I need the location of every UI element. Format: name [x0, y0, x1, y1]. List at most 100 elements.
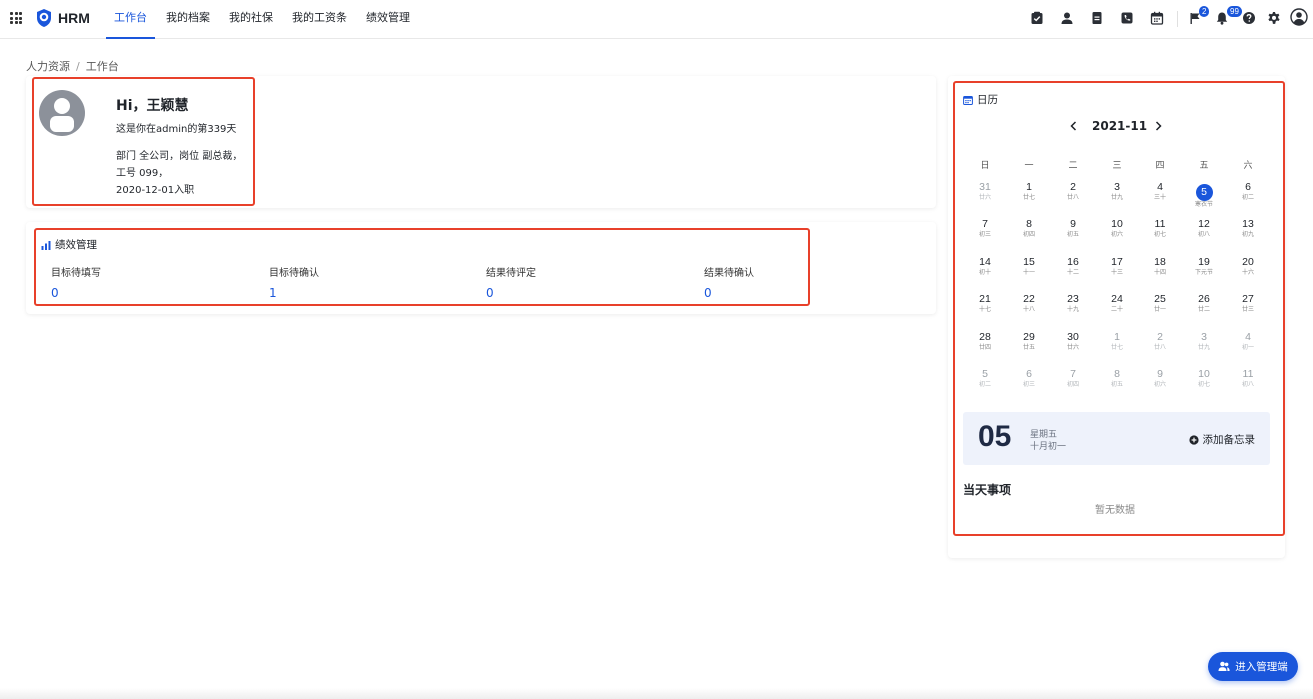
day-number: 6	[1026, 368, 1032, 380]
calendar-day[interactable]: 21 十七	[970, 292, 1000, 314]
calendar-icon[interactable]	[1150, 11, 1164, 25]
settings-icon[interactable]	[1267, 11, 1281, 25]
calendar-day[interactable]: 26 廿二	[1189, 292, 1219, 314]
calendar-day[interactable]: 2 廿八	[1145, 330, 1175, 352]
nav-item-my-profile[interactable]: 我的档案	[158, 0, 218, 39]
calendar-day[interactable]: 14 初十	[970, 255, 1000, 277]
chevron-right-icon[interactable]	[1152, 120, 1164, 132]
calendar-day[interactable]: 7 初三	[970, 217, 1000, 239]
nav-item-performance[interactable]: 绩效管理	[358, 0, 418, 39]
day-number: 15	[1023, 256, 1035, 268]
bell-count-badge: 99	[1227, 6, 1242, 17]
lunar-date: 廿三	[1241, 306, 1254, 313]
calendar-day[interactable]: 10 初七	[1189, 367, 1219, 389]
calendar-day[interactable]: 13 初九	[1233, 217, 1263, 239]
calendar-day[interactable]: 28 廿四	[970, 330, 1000, 352]
calendar-day[interactable]: 9 初六	[1145, 367, 1175, 389]
calendar-day[interactable]: 30 廿六	[1058, 330, 1088, 352]
calendar-day[interactable]: 8 初五	[1102, 367, 1132, 389]
lunar-date: 初五	[1110, 381, 1123, 388]
perf-result-to-rate[interactable]: 结果待评定 0	[486, 264, 536, 300]
calendar-day[interactable]: 3 廿九	[1102, 180, 1132, 202]
lunar-date: 寒衣节	[1194, 201, 1213, 208]
performance-card	[26, 222, 936, 314]
breadcrumb-root[interactable]: 人力资源	[26, 60, 70, 73]
calendar-day[interactable]: 1 廿七	[1102, 330, 1132, 352]
calendar-day[interactable]: 27 廿三	[1233, 292, 1263, 314]
app-grid-icon[interactable]	[10, 12, 22, 24]
nav-item-my-social-security[interactable]: 我的社保	[221, 0, 281, 39]
calendar-day[interactable]: 1 廿七	[1014, 180, 1044, 202]
day-number: 21	[979, 293, 991, 305]
chevron-left-icon[interactable]	[1068, 120, 1080, 132]
calendar-day[interactable]: 19 下元节	[1189, 255, 1219, 277]
calendar-day[interactable]: 16 十二	[1058, 255, 1088, 277]
perf-goal-to-confirm[interactable]: 目标待确认 1	[269, 264, 319, 300]
calendar-day[interactable]: 31 廿六	[970, 180, 1000, 202]
calendar-day[interactable]: 9 初五	[1058, 217, 1088, 239]
enter-admin-button[interactable]: 进入管理端	[1208, 652, 1298, 681]
calendar-day[interactable]: 5 初二	[970, 367, 1000, 389]
calendar-day[interactable]: 11 初八	[1233, 367, 1263, 389]
lunar-date: 初一	[1241, 344, 1254, 351]
calendar-day[interactable]: 3 廿九	[1189, 330, 1219, 352]
flag-count-badge: 2	[1199, 6, 1210, 17]
lunar-date: 廿九	[1197, 344, 1210, 351]
calendar-day[interactable]: 23 十九	[1058, 292, 1088, 314]
perf-value[interactable]: 0	[486, 286, 536, 300]
lunar-date: 廿一	[1153, 306, 1166, 313]
calendar-day[interactable]: 22 十八	[1014, 292, 1044, 314]
calendar-day[interactable]: 25 廿一	[1145, 292, 1175, 314]
weekday-label: 日	[980, 161, 990, 171]
month-switcher: 2021-11	[1068, 118, 1164, 136]
calendar-day[interactable]: 7 初四	[1058, 367, 1088, 389]
help-icon[interactable]	[1242, 11, 1256, 25]
calendar-day[interactable]: 20 十六	[1233, 255, 1263, 277]
hrm-logo-icon	[37, 9, 51, 27]
performance-title: 绩效管理	[41, 237, 97, 252]
perf-value[interactable]: 0	[51, 286, 101, 300]
day-number: 11	[1154, 218, 1166, 230]
page-bottom-edge	[0, 688, 1313, 699]
perf-value[interactable]: 1	[269, 286, 319, 300]
add-memo-button[interactable]: 添加备忘录	[1188, 432, 1255, 447]
lunar-date: 廿七	[1022, 194, 1035, 201]
lunar-date: 初三	[978, 231, 991, 238]
nav-item-my-payslip[interactable]: 我的工资条	[284, 0, 355, 39]
perf-goal-to-fill[interactable]: 目标待填写 0	[51, 264, 101, 300]
perf-value[interactable]: 0	[704, 286, 754, 300]
header-divider	[1177, 11, 1178, 27]
calendar-day[interactable]: 15 十一	[1014, 255, 1044, 277]
calendar-day[interactable]: 6 初三	[1014, 367, 1044, 389]
day-number: 31	[979, 181, 991, 193]
calendar-day[interactable]: 29 廿五	[1014, 330, 1044, 352]
user-icon[interactable]	[1060, 11, 1074, 25]
calendar-day[interactable]: 11 初七	[1145, 217, 1175, 239]
task-check-icon[interactable]	[1030, 11, 1044, 25]
calendar-day[interactable]: 18 十四	[1145, 255, 1175, 277]
perf-label: 结果待评定	[486, 268, 536, 279]
calendar-day[interactable]: 10 初六	[1102, 217, 1132, 239]
calendar-day[interactable]: 2 廿八	[1058, 180, 1088, 202]
calendar-day-today[interactable]: 5 寒衣节	[1189, 180, 1219, 209]
calendar-day[interactable]: 4 初一	[1233, 330, 1263, 352]
lunar-date: 初五	[1066, 231, 1079, 238]
document-icon[interactable]	[1090, 11, 1104, 25]
weekday-label: 三	[1112, 161, 1122, 171]
calendar-day[interactable]: 8 初四	[1014, 217, 1044, 239]
day-number: 4	[1245, 331, 1251, 343]
calendar-day[interactable]: 6 初二	[1233, 180, 1263, 202]
calendar-day[interactable]: 24 二十	[1102, 292, 1132, 314]
calendar-day[interactable]: 4 三十	[1145, 180, 1175, 202]
day-number: 16	[1067, 256, 1079, 268]
calendar-day[interactable]: 12 初八	[1189, 217, 1219, 239]
main-nav: 工作台 我的档案 我的社保 我的工资条 绩效管理	[106, 0, 421, 39]
account-avatar-icon[interactable]	[1290, 8, 1308, 26]
day-number: 9	[1070, 218, 1076, 230]
nav-item-workbench[interactable]: 工作台	[106, 0, 155, 39]
breadcrumb: 人力资源 / 工作台	[26, 58, 119, 74]
phone-icon[interactable]	[1120, 11, 1134, 25]
day-number: 7	[982, 218, 988, 230]
perf-result-to-confirm[interactable]: 结果待确认 0	[704, 264, 754, 300]
calendar-day[interactable]: 17 十三	[1102, 255, 1132, 277]
